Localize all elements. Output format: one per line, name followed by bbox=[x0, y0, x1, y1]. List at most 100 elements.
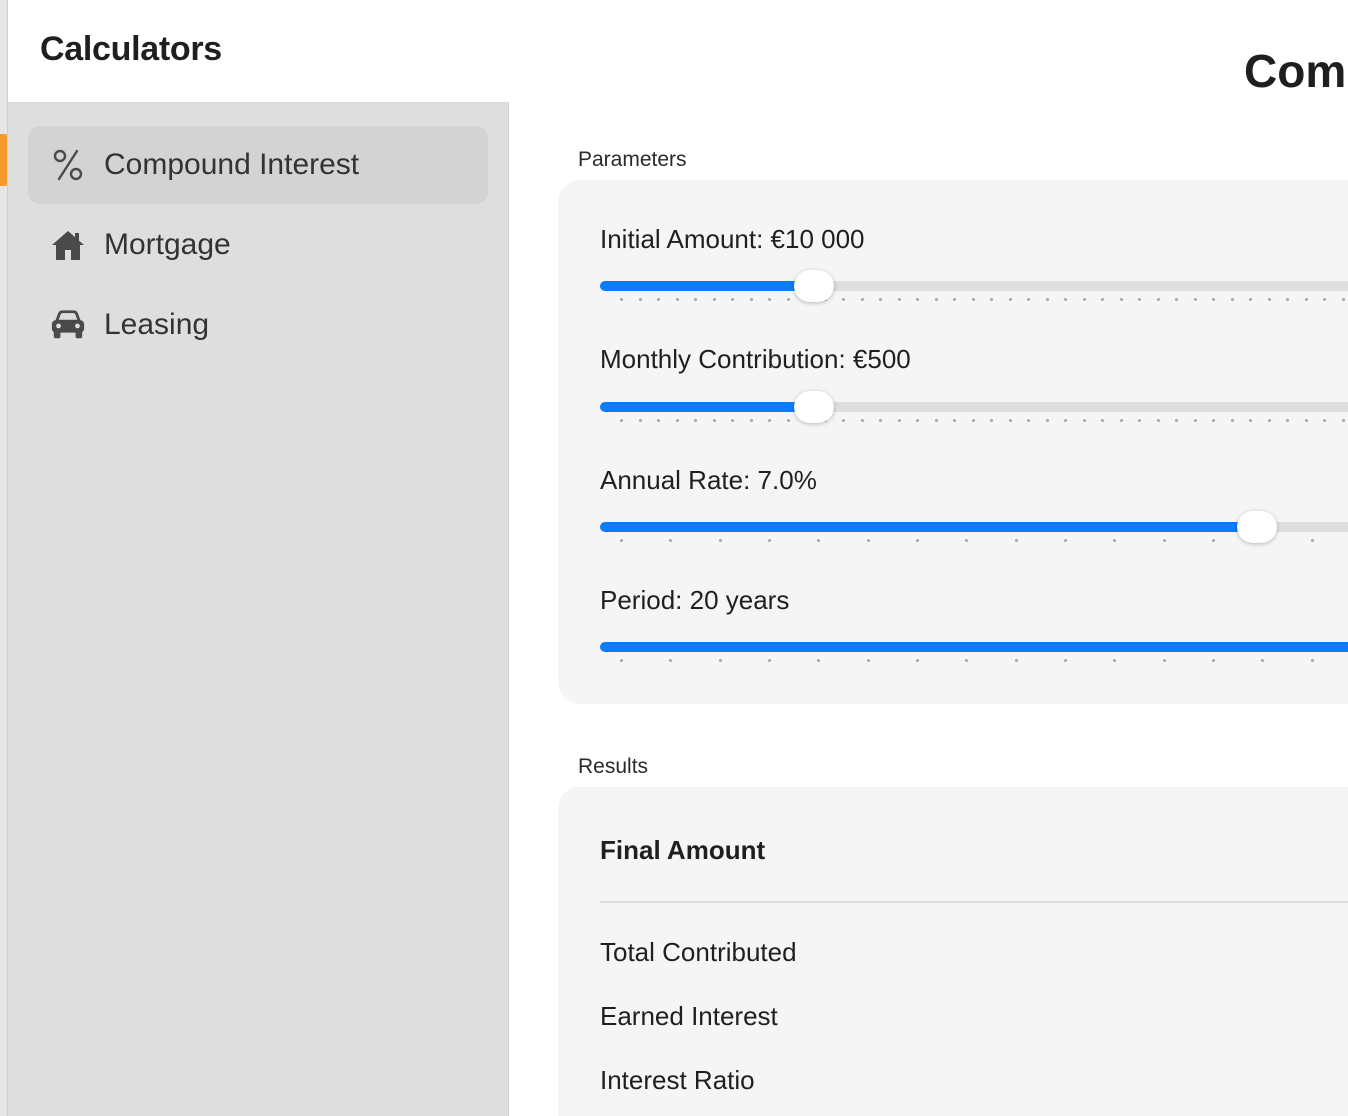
slider-knob[interactable] bbox=[1237, 511, 1278, 543]
monthly-contribution-slider[interactable] bbox=[600, 391, 1348, 432]
slider-tick bbox=[1064, 419, 1067, 422]
slider-tick bbox=[860, 419, 864, 422]
percent-icon bbox=[50, 147, 86, 183]
slider-tick bbox=[1113, 539, 1117, 542]
slider-tick bbox=[971, 298, 975, 301]
annual-rate-slider[interactable] bbox=[600, 511, 1348, 552]
slider-tick bbox=[897, 298, 901, 301]
slider-tick bbox=[620, 298, 623, 301]
slider-tick bbox=[965, 539, 969, 542]
slider-tick bbox=[718, 659, 722, 662]
slider-tick bbox=[1119, 298, 1123, 301]
slider-tick bbox=[953, 419, 956, 422]
car-icon bbox=[50, 307, 86, 343]
page-title: Comp bbox=[1244, 45, 1348, 97]
slider-tick bbox=[842, 298, 845, 301]
initial-amount-label: Initial Amount: €10 000 bbox=[600, 224, 865, 254]
slider-tick bbox=[1082, 298, 1086, 301]
results-card: Final Amount Total Contributed Earned In… bbox=[558, 787, 1348, 1116]
slider-tick bbox=[1230, 298, 1234, 301]
slider-tick bbox=[817, 539, 821, 542]
slider-tick bbox=[1027, 298, 1030, 301]
slider-tick bbox=[786, 298, 790, 301]
sidebar-item-mortgage[interactable]: Mortgage bbox=[28, 206, 488, 284]
period-slider[interactable] bbox=[600, 642, 1348, 672]
slider-tick bbox=[1008, 298, 1012, 301]
slider-knob[interactable] bbox=[794, 391, 835, 423]
slider-tick bbox=[934, 298, 938, 301]
slider-tick bbox=[1261, 659, 1265, 662]
slider-tick bbox=[1310, 659, 1314, 662]
slider-tick bbox=[657, 298, 660, 301]
slider-tick bbox=[1156, 419, 1160, 422]
slider-tick bbox=[1304, 419, 1308, 422]
slider-tick bbox=[768, 539, 771, 542]
parameters-card: Initial Amount: €10 000 Monthly Contribu… bbox=[558, 180, 1348, 704]
slider-tick bbox=[971, 419, 975, 422]
slider-tick bbox=[638, 298, 642, 301]
slider-tick bbox=[1014, 659, 1018, 662]
slider-fill bbox=[600, 281, 815, 291]
slider-tick bbox=[1045, 298, 1049, 301]
slider-tick bbox=[953, 298, 956, 301]
window-accent-marker bbox=[0, 134, 7, 186]
slider-fill bbox=[600, 402, 815, 412]
slider-tick bbox=[657, 419, 660, 422]
slider-tick bbox=[694, 298, 697, 301]
slider-tick bbox=[916, 659, 919, 662]
slider-tick bbox=[1064, 539, 1067, 542]
slider-tick bbox=[712, 298, 716, 301]
window-edge bbox=[0, 0, 8, 1116]
slider-tick bbox=[866, 539, 870, 542]
sidebar-title: Calculators bbox=[40, 30, 222, 68]
slider-tick bbox=[768, 659, 771, 662]
slider-tick bbox=[1193, 419, 1197, 422]
slider-tick bbox=[1212, 539, 1215, 542]
slider-tick bbox=[731, 419, 734, 422]
slider-tick bbox=[638, 419, 642, 422]
slider-tick bbox=[1341, 419, 1345, 422]
slider-tick bbox=[768, 419, 771, 422]
slider-tick bbox=[620, 659, 623, 662]
total-contributed-label: Total Contributed bbox=[600, 937, 797, 967]
final-amount-label: Final Amount bbox=[600, 835, 766, 865]
slider-tick bbox=[934, 419, 938, 422]
slider-tick bbox=[1064, 659, 1067, 662]
slider-tick bbox=[1304, 298, 1308, 301]
slider-tick bbox=[1064, 298, 1067, 301]
sidebar-item-label: Leasing bbox=[104, 308, 210, 341]
sidebar-item-leasing[interactable]: Leasing bbox=[28, 286, 488, 364]
slider-tick bbox=[1101, 419, 1104, 422]
slider-knob[interactable] bbox=[794, 270, 835, 302]
slider-tick bbox=[1113, 659, 1117, 662]
slider-tick bbox=[768, 298, 771, 301]
slider-tick bbox=[694, 419, 697, 422]
slider-tick bbox=[620, 539, 623, 542]
slider-tick bbox=[1267, 298, 1271, 301]
initial-amount-slider[interactable] bbox=[600, 270, 1348, 311]
slider-tick bbox=[1082, 419, 1086, 422]
sidebar-item-compound-interest[interactable]: Compound Interest bbox=[28, 126, 488, 204]
slider-tick bbox=[749, 419, 753, 422]
slider-tick bbox=[1175, 298, 1178, 301]
slider-tick bbox=[1162, 539, 1166, 542]
slider-tick bbox=[916, 539, 919, 542]
slider-tick bbox=[675, 298, 679, 301]
app-window: Calculators Compound Interest Mortgage L… bbox=[0, 0, 1348, 1116]
slider-tick bbox=[916, 298, 919, 301]
slider-tick bbox=[786, 419, 790, 422]
sidebar-header: Calculators bbox=[8, 0, 509, 103]
parameters-section-label: Parameters bbox=[578, 148, 687, 171]
slider-tick bbox=[1323, 419, 1326, 422]
slider-tick bbox=[1230, 419, 1234, 422]
slider-tick bbox=[1267, 419, 1271, 422]
slider-tick bbox=[620, 419, 623, 422]
slider-tick bbox=[1286, 298, 1289, 301]
main-content: Comp Parameters Initial Amount: €10 000 … bbox=[510, 0, 1348, 1116]
slider-fill bbox=[600, 642, 1348, 652]
slider-tick bbox=[1193, 298, 1197, 301]
slider-tick bbox=[1156, 298, 1160, 301]
slider-tick bbox=[1119, 419, 1123, 422]
slider-fill bbox=[600, 522, 1258, 532]
house-icon bbox=[50, 227, 86, 263]
